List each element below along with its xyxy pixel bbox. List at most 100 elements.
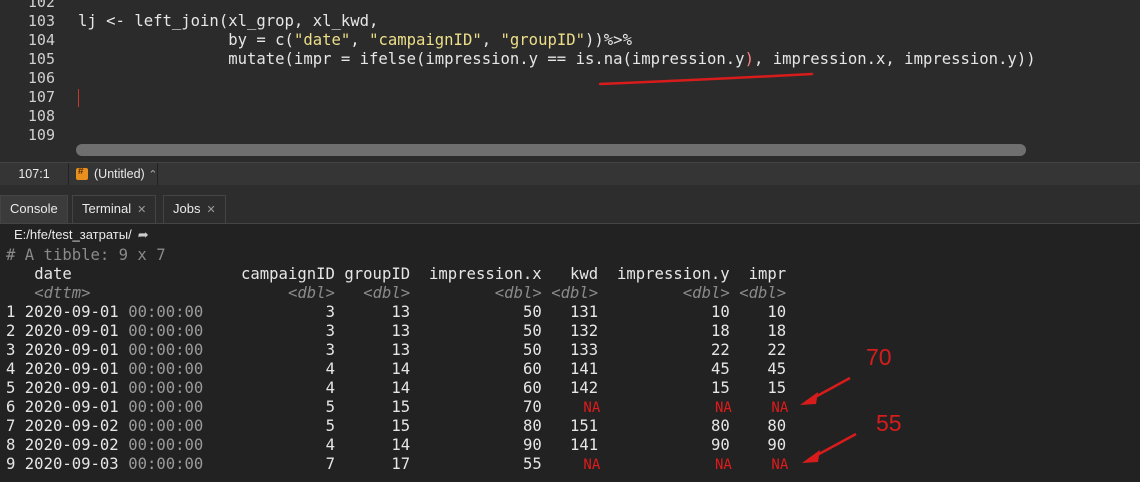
table-cell: 3 xyxy=(325,303,335,321)
table-cell: 15 xyxy=(767,379,787,397)
table-cell: 142 xyxy=(570,379,599,397)
column-type: <dttm> xyxy=(34,284,91,302)
arrow-head-icon xyxy=(800,392,818,405)
column-type: <dbl> xyxy=(682,284,730,302)
na-value: NA xyxy=(715,457,732,473)
table-cell: 50 xyxy=(523,322,542,340)
table-cell: 141 xyxy=(570,360,599,378)
row-number: 9 xyxy=(6,455,16,473)
table-cell: 4 xyxy=(325,436,335,454)
table-cell: 80 xyxy=(523,417,542,435)
na-value: NA xyxy=(583,400,601,416)
column-type: <dbl> xyxy=(363,284,411,302)
na-value: NA xyxy=(771,457,789,473)
table-cell: 13 xyxy=(391,303,411,321)
row-number: 8 xyxy=(6,436,16,454)
close-icon[interactable]: ✕ xyxy=(137,204,146,216)
table-cell: 18 xyxy=(767,322,787,340)
table-cell-date: 2020-09-01 xyxy=(24,379,119,397)
table-cell-date: 2020-09-03 xyxy=(24,455,119,473)
table-cell: 3 xyxy=(325,322,335,340)
table-cell: 14 xyxy=(391,360,411,378)
tab-jobs[interactable]: Jobs ✕ xyxy=(163,195,226,223)
table-cell: 5 xyxy=(325,417,335,435)
table-cell-date: 2020-09-01 xyxy=(24,303,119,321)
table-cell-time: 00:00:00 xyxy=(128,322,204,340)
tab-console[interactable]: Console xyxy=(0,195,68,223)
table-cell-date: 2020-09-02 xyxy=(24,417,119,435)
table-cell-time: 00:00:00 xyxy=(128,417,204,435)
row-number: 1 xyxy=(6,303,16,321)
table-cell: 151 xyxy=(570,417,599,435)
close-icon[interactable]: ✕ xyxy=(206,204,215,216)
table-cell: 17 xyxy=(391,455,411,473)
r-script-icon xyxy=(76,166,88,180)
tab-label: Console xyxy=(10,201,58,216)
column-header: kwd xyxy=(570,265,599,283)
table-cell: 14 xyxy=(391,436,411,454)
row-number: 4 xyxy=(6,360,16,378)
table-cell: 50 xyxy=(523,303,542,321)
table-cell: 90 xyxy=(523,436,542,454)
table-cell: 10 xyxy=(711,303,730,321)
row-number: 3 xyxy=(6,341,16,359)
source-editor[interactable]: 102 103 104 105 106 107 108 109 lj <- le… xyxy=(0,0,1140,162)
tab-label: Terminal xyxy=(82,201,132,216)
na-value: NA xyxy=(583,457,601,473)
table-cell: 15 xyxy=(391,417,411,435)
table-cell: 13 xyxy=(391,341,411,359)
table-cell: 3 xyxy=(325,341,335,359)
table-cell-date: 2020-09-01 xyxy=(24,360,119,378)
table-cell: 10 xyxy=(767,303,787,321)
column-header: impr xyxy=(748,265,787,283)
table-cell-time: 00:00:00 xyxy=(128,455,204,473)
table-cell: 90 xyxy=(767,436,787,454)
column-header: groupID xyxy=(344,265,411,283)
editor-status-bar: 107:1 (Untitled) ⌃ xyxy=(0,162,1140,185)
row-number: 2 xyxy=(6,322,16,340)
table-cell-time: 00:00:00 xyxy=(128,379,204,397)
table-cell: 132 xyxy=(570,322,599,340)
table-cell-time: 00:00:00 xyxy=(128,360,204,378)
file-type-label: (Untitled) xyxy=(94,167,145,181)
table-cell-date: 2020-09-01 xyxy=(24,322,119,340)
column-header: date xyxy=(34,265,72,283)
row-number: 5 xyxy=(6,379,16,397)
column-type: <dbl> xyxy=(494,284,542,302)
table-cell: 22 xyxy=(767,341,787,359)
table-cell: 50 xyxy=(523,341,542,359)
table-cell: 15 xyxy=(711,379,730,397)
table-cell-time: 00:00:00 xyxy=(128,341,204,359)
tab-terminal[interactable]: Terminal ✕ xyxy=(72,195,157,223)
table-cell: 133 xyxy=(570,341,599,359)
table-cell-date: 2020-09-02 xyxy=(24,436,119,454)
file-type-selector[interactable]: (Untitled) ⌃ xyxy=(76,166,157,181)
column-header: campaignID xyxy=(241,265,335,283)
table-cell: 45 xyxy=(711,360,730,378)
table-cell: 4 xyxy=(325,379,335,397)
column-header: impression.x xyxy=(429,265,542,283)
console-pane[interactable]: E:/hfe/test_затраты/➦ # A tibble: 9 x 7 … xyxy=(0,224,1140,482)
divider xyxy=(157,163,158,185)
annotation-label: 55 xyxy=(876,410,902,436)
table-cell: 45 xyxy=(767,360,787,378)
table-cell-date: 2020-09-01 xyxy=(24,398,119,416)
table-cell: 18 xyxy=(711,322,730,340)
column-type: <dbl> xyxy=(739,284,787,302)
table-cell: 14 xyxy=(391,379,411,397)
table-cell: 141 xyxy=(570,436,599,454)
cursor-position: 107:1 xyxy=(0,163,69,185)
table-cell-time: 00:00:00 xyxy=(128,398,204,416)
table-cell-time: 00:00:00 xyxy=(128,436,204,454)
table-cell: 55 xyxy=(523,455,542,473)
table-cell: 90 xyxy=(711,436,730,454)
pane-tab-bar: Console Terminal ✕ Jobs ✕ xyxy=(0,185,1140,224)
table-cell: 4 xyxy=(325,360,335,378)
na-value: NA xyxy=(771,400,789,416)
table-cell-time: 00:00:00 xyxy=(128,303,204,321)
table-cell-date: 2020-09-01 xyxy=(24,341,119,359)
row-number: 6 xyxy=(6,398,16,416)
table-cell: 80 xyxy=(767,417,787,435)
table-cell: 7 xyxy=(325,455,335,473)
table-cell: 60 xyxy=(523,379,542,397)
